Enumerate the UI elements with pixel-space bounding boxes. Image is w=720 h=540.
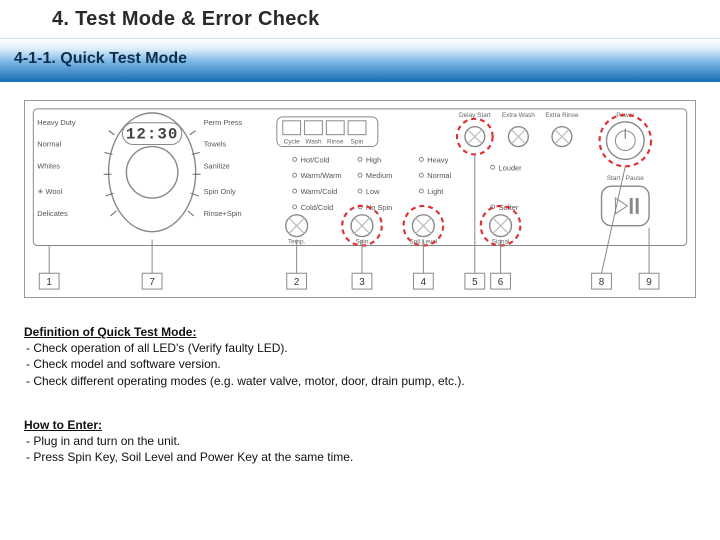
- svg-text:Cycle: Cycle: [284, 139, 300, 146]
- svg-text:Spin Only: Spin Only: [204, 187, 236, 196]
- def-list: Check operation of all LED's (Verify fau…: [24, 340, 684, 389]
- svg-text:Medium: Medium: [366, 171, 392, 180]
- svg-text:Warm/Cold: Warm/Cold: [301, 187, 338, 196]
- svg-text:Normal: Normal: [427, 171, 451, 180]
- svg-text:Heavy Duty: Heavy Duty: [37, 118, 76, 127]
- how-head: How to Enter:: [24, 417, 684, 433]
- col-spin: High Medium Low No Spin Spin: [342, 155, 392, 245]
- opt-buttons: Delay Start Extra Wash Extra Rinse: [457, 112, 579, 155]
- svg-text:Louder: Louder: [499, 163, 523, 172]
- body-text: Definition of Quick Test Mode: Check ope…: [24, 322, 684, 465]
- svg-text:8: 8: [599, 277, 605, 288]
- svg-text:Whites: Whites: [37, 161, 60, 170]
- col-temp: Hot/Cold Warm/Warm Warm/Cold Cold/Cold T…: [286, 155, 342, 245]
- svg-text:Rinse+Spin: Rinse+Spin: [204, 209, 242, 218]
- svg-text:1: 1: [46, 277, 52, 288]
- svg-text:Low: Low: [366, 187, 380, 196]
- svg-text:Delicates: Delicates: [37, 209, 68, 218]
- list-item: Check model and software version.: [26, 356, 684, 372]
- svg-text:Spin: Spin: [351, 139, 364, 146]
- svg-text:9: 9: [646, 277, 652, 288]
- svg-text:Perm Press: Perm Press: [204, 118, 243, 127]
- signal: Louder Softer Signal: [481, 163, 522, 245]
- svg-text:Sanitize: Sanitize: [204, 161, 230, 170]
- start-pause-button: Start / Pause: [602, 175, 650, 226]
- svg-text:High: High: [366, 155, 381, 164]
- power-button: Power: [600, 112, 651, 166]
- svg-text:Start / Pause: Start / Pause: [607, 175, 645, 182]
- list-item: Press Spin Key, Soil Level and Power Key…: [26, 449, 684, 465]
- svg-text:Heavy: Heavy: [427, 155, 448, 164]
- wool-label: ✳ Wool: [37, 187, 62, 196]
- control-panel-diagram: .thin { stroke:#888; stroke-width:1; fil…: [24, 100, 696, 298]
- svg-text:Wash: Wash: [305, 139, 322, 146]
- display-digits: 12:30: [126, 126, 178, 144]
- svg-text:6: 6: [498, 277, 504, 288]
- svg-text:4: 4: [421, 277, 427, 288]
- list-item: Check operation of all LED's (Verify fau…: [26, 340, 684, 356]
- svg-text:Light: Light: [427, 187, 443, 196]
- svg-text:Extra Wash: Extra Wash: [502, 112, 535, 119]
- svg-text:Normal: Normal: [37, 140, 61, 149]
- svg-text:Cold/Cold: Cold/Cold: [301, 203, 334, 212]
- svg-text:Towels: Towels: [204, 140, 227, 149]
- svg-text:Warm/Warm: Warm/Warm: [301, 171, 342, 180]
- page-title: 4. Test Mode & Error Check: [52, 8, 320, 31]
- section-title: 4-1-1. Quick Test Mode: [14, 50, 187, 68]
- svg-text:7: 7: [149, 277, 155, 288]
- svg-text:Rinse: Rinse: [327, 139, 344, 146]
- svg-text:5: 5: [472, 277, 478, 288]
- svg-text:3: 3: [359, 277, 365, 288]
- how-list: Plug in and turn on the unit. Press Spin…: [24, 433, 684, 465]
- list-item: Check different operating modes (e.g. wa…: [26, 373, 684, 389]
- svg-text:Extra Rinse: Extra Rinse: [545, 112, 579, 119]
- col-soil: Heavy Normal Light Soil Level: [404, 155, 452, 245]
- svg-text:Hot/Cold: Hot/Cold: [301, 155, 330, 164]
- list-item: Plug in and turn on the unit.: [26, 433, 684, 449]
- svg-text:2: 2: [294, 277, 300, 288]
- def-head: Definition of Quick Test Mode:: [24, 324, 684, 340]
